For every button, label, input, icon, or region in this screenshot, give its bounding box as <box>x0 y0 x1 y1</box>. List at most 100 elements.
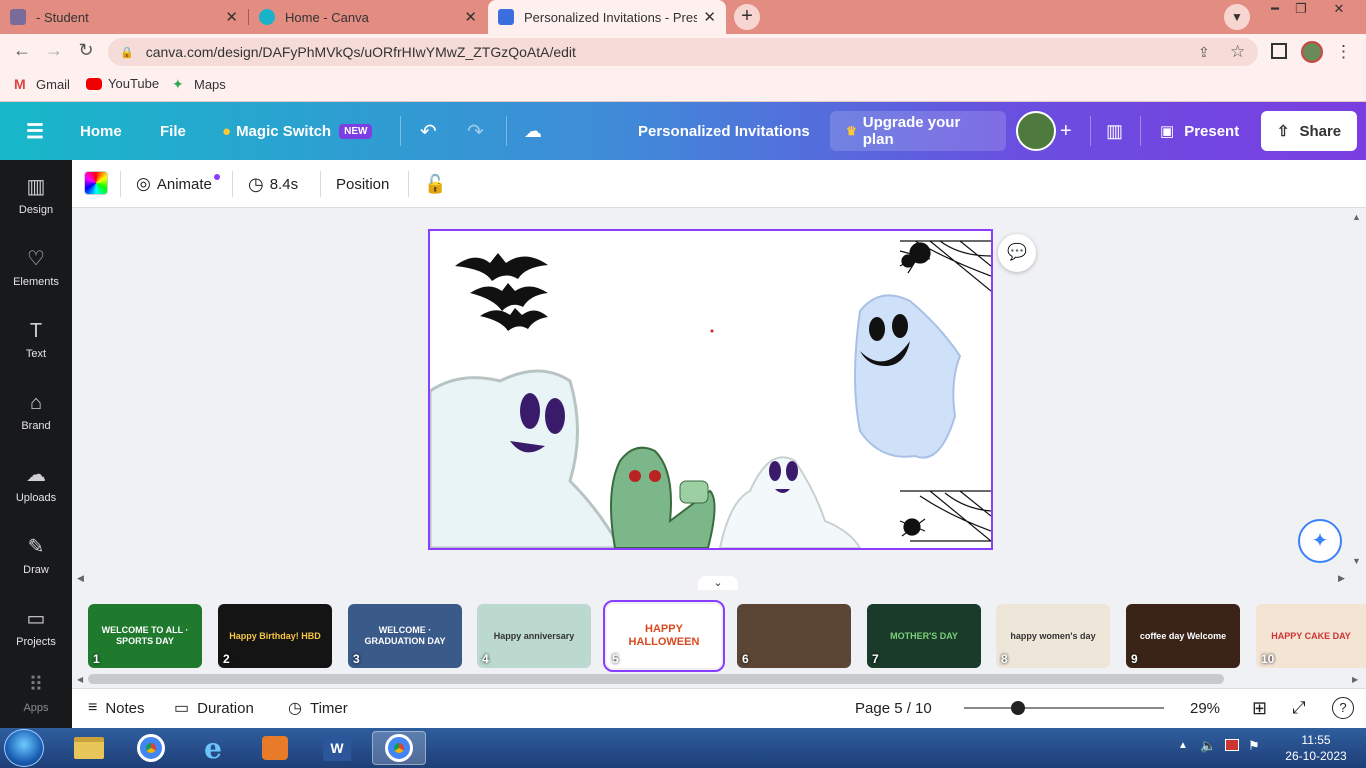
page-indicator[interactable]: Page 5 / 10 <box>855 688 932 728</box>
sidebar-item-uploads[interactable]: ☁ Uploads <box>0 448 72 520</box>
magic-assistant-sparkle-icon[interactable]: ✦ <box>1298 519 1342 563</box>
lock-icon[interactable]: 🔓 <box>424 160 446 208</box>
page-thumbnail-selected[interactable]: HAPPY HALLOWEEN 5 <box>603 600 725 672</box>
sidebar-item-design[interactable]: ▥ Design <box>0 160 72 232</box>
collapse-pages-chevron-icon[interactable]: ⌄ <box>698 576 738 590</box>
browser-tab-home-canva[interactable]: Home - Canva ✕ <box>249 0 487 34</box>
user-avatar[interactable] <box>1016 111 1056 151</box>
scroll-down-arrow-icon[interactable]: ▼ <box>1352 556 1361 566</box>
cloud-upload-icon: ☁ <box>26 464 46 486</box>
page-thumbnail[interactable]: Happy anniversary 4 <box>477 604 591 668</box>
close-window-button[interactable]: ✕ <box>1323 0 1355 20</box>
internet-explorer-icon[interactable]: e <box>192 731 234 765</box>
file-explorer-icon[interactable] <box>68 731 110 765</box>
tab-search-chevron-icon[interactable]: ▼ <box>1224 4 1250 30</box>
strip-scroll-left-icon[interactable]: ◀ <box>77 675 83 684</box>
undo-icon[interactable]: ↶ <box>420 102 437 160</box>
home-button[interactable]: Home <box>80 102 122 160</box>
notes-label: Notes <box>105 699 145 717</box>
analytics-icon[interactable]: ▥ <box>1106 102 1123 160</box>
taskbar-clock[interactable]: 11:55 26-10-2023 <box>1268 732 1364 764</box>
sidebar-item-elements[interactable]: ♡ Elements <box>0 232 72 304</box>
page-thumbnail[interactable]: WELCOME TO ALL · SPORTS DAY 1 <box>88 604 202 668</box>
present-button[interactable]: ▣ Present <box>1144 111 1252 151</box>
magic-switch-button[interactable]: ● Magic Switch NEW <box>222 102 373 160</box>
page-duration-button[interactable]: ◷ 8.4s <box>248 160 298 208</box>
close-tab-icon[interactable]: ✕ <box>703 8 716 26</box>
design-title[interactable]: Personalized Invitations <box>638 102 810 160</box>
filmstrip-scrollbar[interactable] <box>88 674 1224 684</box>
design-page-canvas[interactable] <box>428 229 993 550</box>
restore-window-button[interactable]: ❐ <box>1285 0 1317 20</box>
browser-tab-personalized-invitations[interactable]: Personalized Invitations - Present ✕ <box>488 0 726 34</box>
scroll-left-arrow-icon[interactable]: ◀ <box>77 573 84 584</box>
page-thumbnail[interactable]: Happy Birthday! HBD 2 <box>218 604 332 668</box>
scroll-right-arrow-icon[interactable]: ▶ <box>1338 573 1345 584</box>
forward-arrow-icon[interactable]: → <box>42 40 66 61</box>
zoom-slider-track[interactable] <box>964 707 1164 709</box>
page-thumbnail[interactable]: 6 <box>737 604 851 668</box>
page-thumbnail[interactable]: WELCOME · GRADUATION DAY 3 <box>348 604 462 668</box>
flag-icon[interactable]: ⚑ <box>1248 738 1260 754</box>
browser-menu-icon[interactable]: ⋮ <box>1335 42 1352 62</box>
bookmark-youtube[interactable]: YouTube <box>86 76 159 91</box>
background-color-swatch[interactable] <box>84 171 108 195</box>
zoom-percentage[interactable]: 29% <box>1190 688 1220 728</box>
page-thumbnail[interactable]: happy women's day 8 <box>996 604 1110 668</box>
stopwatch-icon: ◷ <box>288 700 302 717</box>
redo-icon[interactable]: ↷ <box>467 102 484 160</box>
page-thumbnail[interactable]: HAPPY CAKE DAY 10 <box>1256 604 1366 668</box>
browser-tab-student[interactable]: - Student ✕ <box>0 0 248 34</box>
grid-view-icon[interactable]: ⊞ <box>1252 688 1267 728</box>
page-thumbnail[interactable]: MOTHER'S DAY 7 <box>867 604 981 668</box>
bookmark-gmail[interactable]: M Gmail <box>14 76 70 92</box>
animate-button[interactable]: ◎ Animate <box>136 160 220 208</box>
word-icon[interactable]: W <box>316 731 358 765</box>
floating-ghost-illustration <box>854 294 962 459</box>
reload-icon[interactable]: ↻ <box>74 40 98 61</box>
bookmark-maps[interactable]: ✦ Maps <box>172 76 226 92</box>
strip-scroll-right-icon[interactable]: ▶ <box>1352 675 1358 684</box>
sidebar-item-brand[interactable]: ⌂ Brand <box>0 376 72 448</box>
sidebar-item-text[interactable]: T Text <box>0 304 72 376</box>
zoom-slider-handle[interactable] <box>1011 701 1025 715</box>
sidebar-item-draw[interactable]: ✎ Draw <box>0 520 72 592</box>
add-comment-icon[interactable]: 💬 <box>998 234 1036 272</box>
media-player-icon[interactable] <box>254 731 296 765</box>
crown-icon: ♛ <box>846 124 857 138</box>
position-button[interactable]: Position <box>336 160 389 208</box>
network-icon[interactable] <box>1225 739 1239 751</box>
cloud-saved-icon[interactable]: ☁ <box>524 102 542 160</box>
page-number: 6 <box>742 652 749 666</box>
volume-icon[interactable]: 🔈 <box>1200 738 1216 754</box>
fullscreen-icon[interactable]: ⤢ <box>1292 688 1306 728</box>
upgrade-plan-button[interactable]: ♛ Upgrade your plan <box>830 111 1006 151</box>
back-arrow-icon[interactable]: ← <box>10 40 34 61</box>
notes-button[interactable]: ≡ Notes <box>88 688 145 728</box>
share-page-icon[interactable]: ⇪ <box>1198 44 1210 61</box>
close-tab-icon[interactable]: ✕ <box>464 8 477 26</box>
close-tab-icon[interactable]: ✕ <box>225 8 238 26</box>
add-collaborator-icon[interactable]: + <box>1060 102 1072 160</box>
duration-button[interactable]: ▭ Duration <box>174 688 254 728</box>
windows-start-button[interactable] <box>4 729 44 767</box>
sidebar-item-projects[interactable]: ▭ Projects <box>0 592 72 664</box>
side-panel-icon[interactable] <box>1271 43 1287 59</box>
show-hidden-icons[interactable]: ▲ <box>1178 740 1188 751</box>
chrome-icon[interactable] <box>130 731 172 765</box>
hamburger-menu-icon[interactable]: ☰ <box>26 102 44 160</box>
gmail-icon: M <box>14 76 26 92</box>
help-icon[interactable]: ? <box>1332 697 1354 719</box>
new-tab-button[interactable]: + <box>734 4 760 30</box>
page-thumbnail[interactable]: coffee day Welcome 9 <box>1126 604 1240 668</box>
chrome-active-icon[interactable] <box>372 731 426 765</box>
scroll-up-arrow-icon[interactable]: ▲ <box>1352 212 1361 222</box>
sidebar-item-apps[interactable]: ⠿ Apps <box>0 664 72 724</box>
share-button[interactable]: ⇧ Share <box>1261 111 1357 151</box>
timer-button[interactable]: ◷ Timer <box>288 688 348 728</box>
bookmark-star-icon[interactable]: ☆ <box>1230 42 1245 62</box>
share-label: Share <box>1299 122 1342 140</box>
address-bar[interactable]: 🔒 canva.com/design/DAFyPhMVkQs/uORfrHIwY… <box>108 38 1258 66</box>
profile-avatar[interactable] <box>1301 41 1323 63</box>
file-menu-button[interactable]: File <box>160 102 186 160</box>
